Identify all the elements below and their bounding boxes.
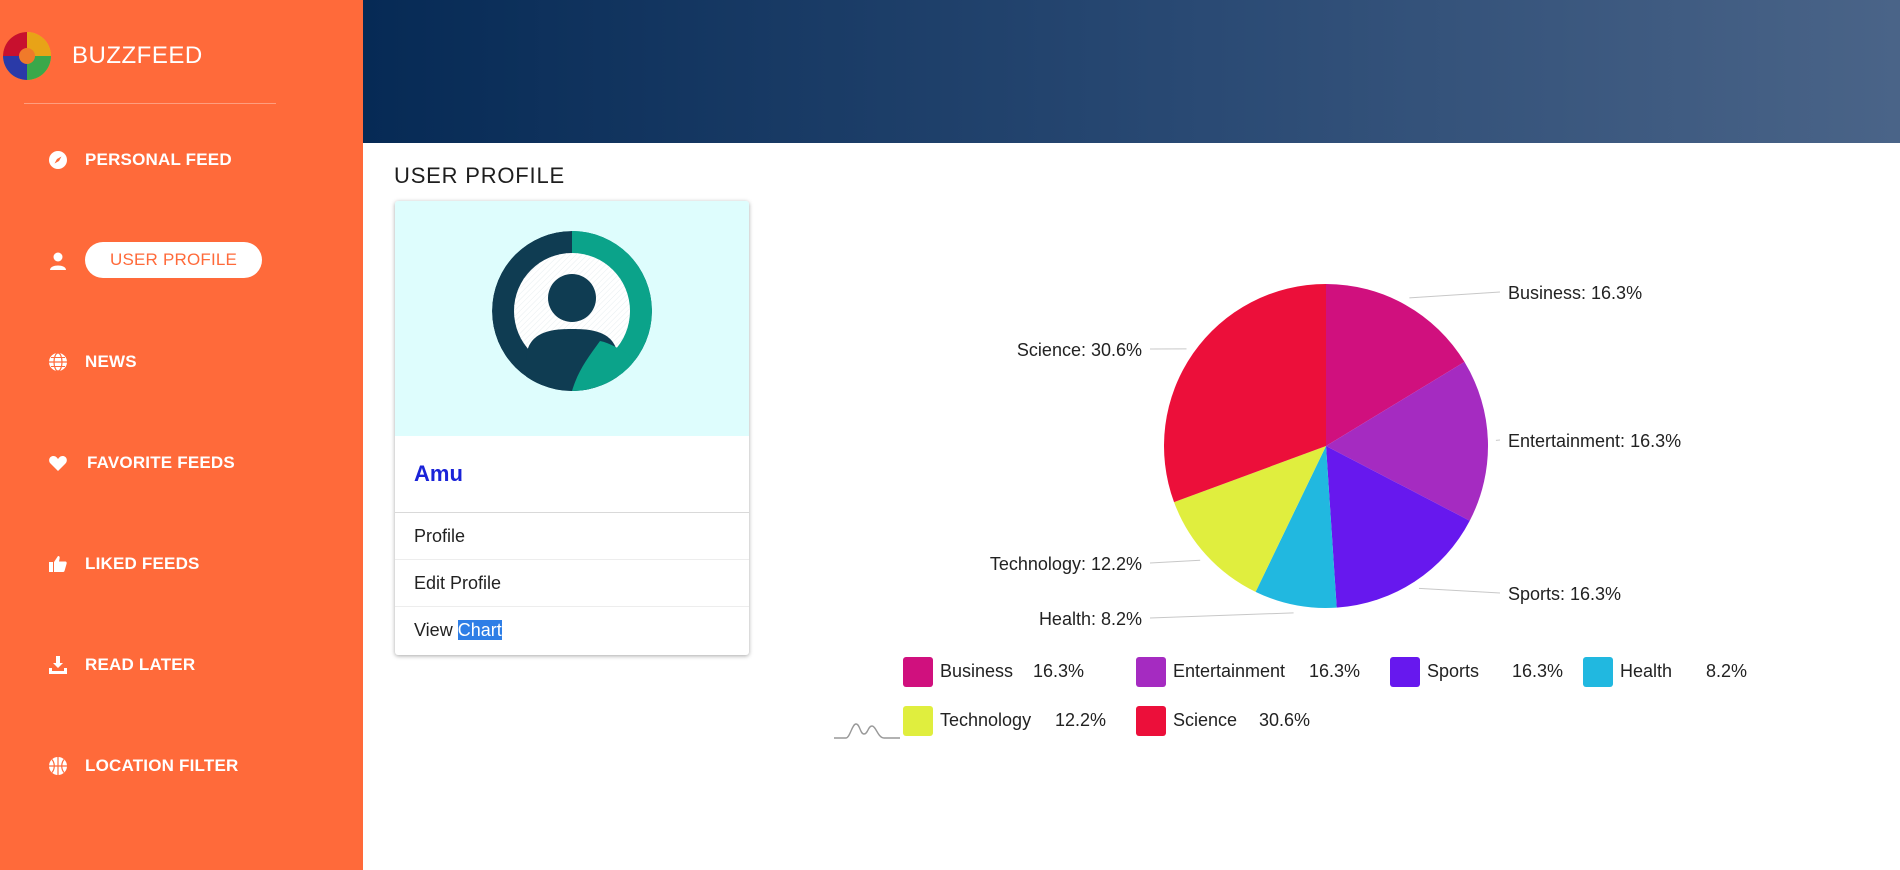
- legend-value: 30.6%: [1259, 710, 1311, 730]
- heart-icon: [49, 456, 67, 471]
- sidebar-item-liked-feeds[interactable]: LIKED FEEDS: [48, 544, 338, 584]
- leader-line-health: [1149, 612, 1294, 619]
- sidebar-item-label: READ LATER: [85, 655, 196, 674]
- sidebar-item-location-filter[interactable]: LOCATION FILTER: [48, 746, 338, 786]
- card-media: [395, 201, 749, 436]
- legend-label: Entertainment: [1173, 661, 1286, 681]
- loading-wave-icon: [834, 723, 900, 739]
- leader-line-sports: [1418, 587, 1501, 594]
- slice-label-science: Science: 30.6%: [1017, 340, 1142, 360]
- sidebar-item-news[interactable]: NEWS: [48, 342, 338, 382]
- sidebar-item-label: LOCATION FILTER: [85, 756, 239, 775]
- profile-menu: Profile Edit Profile View Chart: [395, 512, 749, 653]
- legend-value: 8.2%: [1706, 661, 1748, 681]
- leader-line-business: [1409, 291, 1501, 299]
- sidebar-item-personal-feed[interactable]: PERSONAL FEED: [48, 140, 338, 180]
- sidebar-divider: [24, 103, 276, 104]
- chart-legend: Business 16.3% Entertainment 16.3% Sports 16.…: [903, 657, 1883, 767]
- brand-name: BUZZFEED: [72, 42, 203, 69]
- slice-label-technology: Technology: 12.2%: [990, 554, 1142, 574]
- slice-label-health: Health: 8.2%: [1039, 609, 1142, 629]
- sidebar-item-label: FAVORITE FEEDS: [87, 453, 235, 472]
- legend-swatch: [1136, 706, 1166, 736]
- sidebar-item-favorite-feeds[interactable]: FAVORITE FEEDS: [48, 443, 338, 483]
- legend-swatch: [1583, 657, 1613, 687]
- sidebar-item-label: NEWS: [85, 352, 137, 371]
- basketball-icon: [49, 757, 67, 775]
- legend-label: Business: [940, 661, 1014, 681]
- view-chart-text: View: [414, 620, 458, 640]
- legend-swatch: [1390, 657, 1420, 687]
- compass-icon: [49, 151, 67, 169]
- globe-icon: [49, 352, 67, 372]
- legend-swatch: [1136, 657, 1166, 687]
- user-icon: [50, 252, 66, 270]
- header-banner: [363, 0, 1900, 143]
- slice-label-business: Business: 16.3%: [1508, 283, 1642, 303]
- legend-swatch: [903, 706, 933, 736]
- sidebar: BUZZFEED PERSONAL FEED USER PROFILE NEWS…: [0, 0, 363, 870]
- slice-label-entertainment: Entertainment: 16.3%: [1508, 431, 1681, 451]
- legend-value: 16.3%: [1512, 661, 1564, 681]
- profile-name: Amu: [414, 461, 463, 486]
- selected-text: Chart: [457, 620, 502, 640]
- edit-profile-link[interactable]: Edit Profile: [395, 560, 749, 607]
- legend-value: 16.3%: [1309, 661, 1361, 681]
- sidebar-item-read-later[interactable]: READ LATER: [48, 645, 338, 685]
- legend-value: 12.2%: [1055, 710, 1107, 730]
- brand[interactable]: BUZZFEED: [0, 28, 300, 84]
- avatar: [492, 231, 652, 391]
- legend-label: Technology: [940, 710, 1032, 730]
- pinwheel-logo: [3, 32, 51, 80]
- profile-link[interactable]: Profile: [395, 513, 749, 560]
- sidebar-item-label: LIKED FEEDS: [85, 554, 200, 573]
- download-icon: [49, 656, 67, 674]
- profile-card: Amu Profile Edit Profile View Chart: [395, 201, 749, 655]
- legend-swatch: [903, 657, 933, 687]
- leader-line-technology: [1149, 559, 1201, 564]
- legend-label: Sports: [1427, 661, 1480, 681]
- sidebar-item-label: USER PROFILE: [85, 242, 263, 278]
- sidebar-item-user-profile[interactable]: USER PROFILE: [48, 241, 338, 281]
- legend-label: Health: [1620, 661, 1673, 681]
- slice-label-sports: Sports: 16.3%: [1508, 584, 1621, 604]
- sidebar-item-label: PERSONAL FEED: [85, 150, 232, 169]
- legend-value: 16.3%: [1033, 661, 1085, 681]
- legend-label: Science: [1173, 710, 1238, 730]
- view-chart-link[interactable]: View Chart: [395, 607, 749, 653]
- thumbs-up-icon: [49, 556, 67, 572]
- page-title: USER PROFILE: [394, 163, 565, 188]
